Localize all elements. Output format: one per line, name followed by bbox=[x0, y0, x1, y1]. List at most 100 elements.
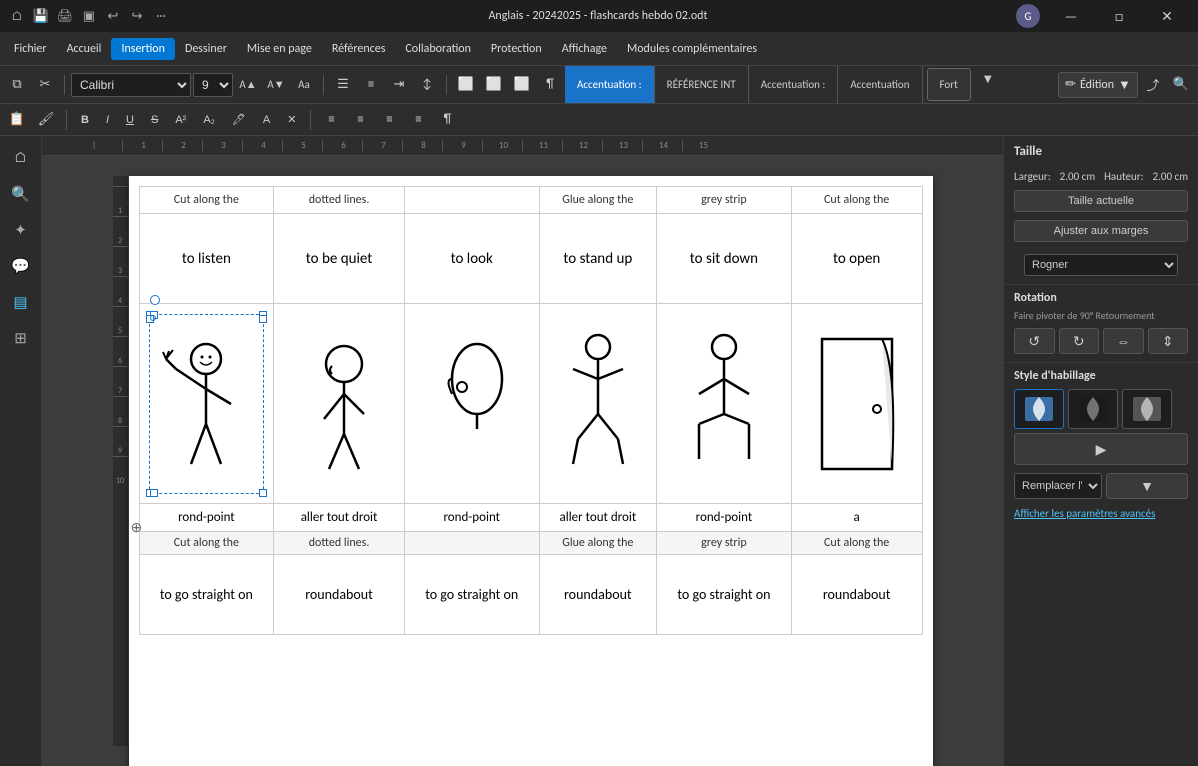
highlight-button[interactable]: 🖊 bbox=[225, 110, 253, 129]
rotate-right-icon[interactable]: ↻ bbox=[1059, 328, 1100, 354]
font-size-select[interactable]: 9 bbox=[193, 73, 233, 97]
indent-icon[interactable]: ⇥ bbox=[386, 72, 412, 98]
spacing-icon[interactable]: ↕ bbox=[414, 72, 440, 98]
menu-protection[interactable]: Protection bbox=[481, 38, 552, 60]
document-area: | 123 456 789 101112 131415 1 2 3 4 5 6 … bbox=[42, 136, 1003, 766]
flip-horizontal-icon[interactable]: ⇔ bbox=[1103, 328, 1144, 354]
chevron-down-icon[interactable]: ▼ bbox=[975, 66, 1001, 92]
edit-icon: ✏ bbox=[1065, 77, 1076, 92]
align-right2-icon[interactable]: ≡ bbox=[376, 107, 402, 133]
save-icon[interactable]: 💾 bbox=[32, 7, 50, 25]
search-icon[interactable]: 🔍 bbox=[1168, 72, 1194, 98]
nav-icon[interactable]: ⌂ bbox=[5, 142, 37, 174]
paragraph-icon[interactable]: ¶ bbox=[537, 72, 563, 98]
flip-vertical-icon[interactable]: ⇕ bbox=[1148, 328, 1189, 354]
align-center2-icon[interactable]: ≡ bbox=[347, 107, 373, 133]
tab-reference[interactable]: RÉFÉRENCE INT bbox=[655, 66, 749, 103]
paragraph2-icon[interactable]: ¶ bbox=[434, 107, 460, 133]
share-icon[interactable]: ⤴ bbox=[1140, 72, 1166, 98]
style-option-3[interactable] bbox=[1122, 389, 1172, 429]
increase-font-icon[interactable]: A▲ bbox=[235, 72, 261, 98]
move-handle[interactable]: ⊕ bbox=[131, 519, 143, 536]
font-color-button[interactable]: A bbox=[256, 111, 277, 129]
styles-icon[interactable]: ✦ bbox=[5, 214, 37, 246]
menu-references[interactable]: Références bbox=[322, 38, 396, 60]
panel-title: Taille bbox=[1004, 136, 1198, 167]
menu-collaboration[interactable]: Collaboration bbox=[395, 38, 481, 60]
tab-accentuation3[interactable]: Accentuation bbox=[838, 66, 922, 103]
crop-select[interactable]: Rogner bbox=[1024, 254, 1178, 276]
french-row: rond-point aller tout droit rond-point a… bbox=[139, 504, 922, 532]
decrease-font-icon[interactable]: A▼ bbox=[263, 72, 289, 98]
more-icon[interactable]: ··· bbox=[152, 7, 170, 25]
profile-avatar[interactable]: G bbox=[1016, 4, 1040, 28]
minimize-button[interactable]: — bbox=[1048, 0, 1094, 32]
redo-icon[interactable]: ↪ bbox=[128, 7, 146, 25]
style-more-icon[interactable]: ▶ bbox=[1014, 433, 1188, 465]
width-value: 2.00 cm bbox=[1060, 170, 1095, 183]
menu-mise-en-page[interactable]: Mise en page bbox=[237, 38, 322, 60]
align-right-icon[interactable]: ⬜ bbox=[509, 72, 535, 98]
justify-icon[interactable]: ≡ bbox=[405, 107, 431, 133]
replace-image-select[interactable]: Remplacer l'image bbox=[1014, 473, 1102, 499]
maximize-button[interactable]: □ bbox=[1096, 0, 1142, 32]
rotate-left-icon[interactable]: ↺ bbox=[1014, 328, 1055, 354]
bottom-word-3: to go straight on bbox=[404, 555, 539, 635]
align-left2-icon[interactable]: ≡ bbox=[318, 107, 344, 133]
menu-accueil[interactable]: Accueil bbox=[57, 38, 112, 60]
comments-icon[interactable]: 💬 bbox=[5, 250, 37, 282]
bottom-word-6: roundabout bbox=[791, 555, 922, 635]
bold-button[interactable]: B bbox=[74, 111, 96, 129]
fit-margins-button[interactable]: Ajuster aux marges bbox=[1014, 220, 1188, 242]
img-cell-1[interactable] bbox=[139, 304, 274, 504]
advanced-params-link[interactable]: Afficher les paramètres avancés bbox=[1004, 503, 1198, 524]
tab-accentuation2[interactable]: Accentuation : bbox=[749, 66, 839, 103]
home-icon[interactable]: ⌂ bbox=[8, 7, 26, 25]
align-left-icon[interactable]: ⬜ bbox=[453, 72, 479, 98]
edition-btn[interactable]: ✏ Édition ▼ bbox=[1058, 72, 1138, 98]
style-options: ▶ bbox=[1004, 385, 1198, 469]
menu-modules[interactable]: Modules complémentaires bbox=[617, 38, 767, 60]
italic-button[interactable]: I bbox=[99, 111, 116, 129]
align-center-icon[interactable]: ⬜ bbox=[481, 72, 507, 98]
undo-icon[interactable]: ↩ bbox=[104, 7, 122, 25]
word-row-1: to listen to be quiet to look to stand u… bbox=[139, 214, 922, 304]
menu-affichage[interactable]: Affichage bbox=[552, 38, 617, 60]
print-preview-icon[interactable]: ▣ bbox=[80, 7, 98, 25]
search-sidebar-icon[interactable]: 🔍 bbox=[5, 178, 37, 210]
menu-fichier[interactable]: Fichier bbox=[4, 38, 57, 60]
style-option-1[interactable] bbox=[1014, 389, 1064, 429]
menu-insertion[interactable]: Insertion bbox=[111, 38, 175, 60]
case-icon[interactable]: Aa bbox=[291, 72, 317, 98]
underline-button[interactable]: U bbox=[119, 111, 141, 129]
header-grey1: grey strip bbox=[657, 187, 792, 214]
close-button[interactable]: ✕ bbox=[1144, 0, 1190, 32]
clear-format-button[interactable]: ✕ bbox=[280, 110, 303, 129]
properties-icon[interactable]: ▤ bbox=[5, 286, 37, 318]
list-icon[interactable]: ☰ bbox=[330, 72, 356, 98]
document-scroll[interactable]: 1 2 3 4 5 6 7 8 9 10 ⊕ bbox=[42, 156, 1003, 766]
strikethrough-button[interactable]: S bbox=[144, 111, 165, 129]
cut-icon[interactable]: ✂ bbox=[32, 72, 58, 98]
sep1 bbox=[64, 75, 65, 95]
print-icon[interactable]: 🖨 bbox=[56, 7, 74, 25]
actual-size-button[interactable]: Taille actuelle bbox=[1014, 190, 1188, 212]
format-paint-icon[interactable]: 🖌 bbox=[33, 107, 59, 133]
menu-dessiner[interactable]: Dessiner bbox=[175, 38, 237, 60]
header-cut2: Cut along the bbox=[791, 187, 922, 214]
tab-accentuation1[interactable]: Accentuation : bbox=[565, 66, 655, 103]
subscript-button[interactable]: A₂ bbox=[196, 111, 222, 129]
bottom-word-2: roundabout bbox=[274, 555, 405, 635]
list2-icon[interactable]: ≡ bbox=[358, 72, 384, 98]
replace-dropdown-icon[interactable]: ▼ bbox=[1106, 473, 1188, 499]
clipboard-icon[interactable]: ⧉ bbox=[4, 72, 30, 98]
tab-fort[interactable]: Fort bbox=[927, 68, 971, 101]
img-cell-3 bbox=[404, 304, 539, 504]
font-select[interactable]: Calibri bbox=[71, 73, 191, 97]
navigator-icon[interactable]: ⊞ bbox=[5, 322, 37, 354]
style-option-2[interactable] bbox=[1068, 389, 1118, 429]
person-waving-svg bbox=[161, 334, 251, 474]
superscript-button[interactable]: A² bbox=[168, 111, 193, 129]
title-bar: ⌂ 💾 🖨 ▣ ↩ ↪ ··· Anglais - 20242025 - fla… bbox=[0, 0, 1198, 32]
paste-icon[interactable]: 📋 bbox=[4, 107, 30, 133]
